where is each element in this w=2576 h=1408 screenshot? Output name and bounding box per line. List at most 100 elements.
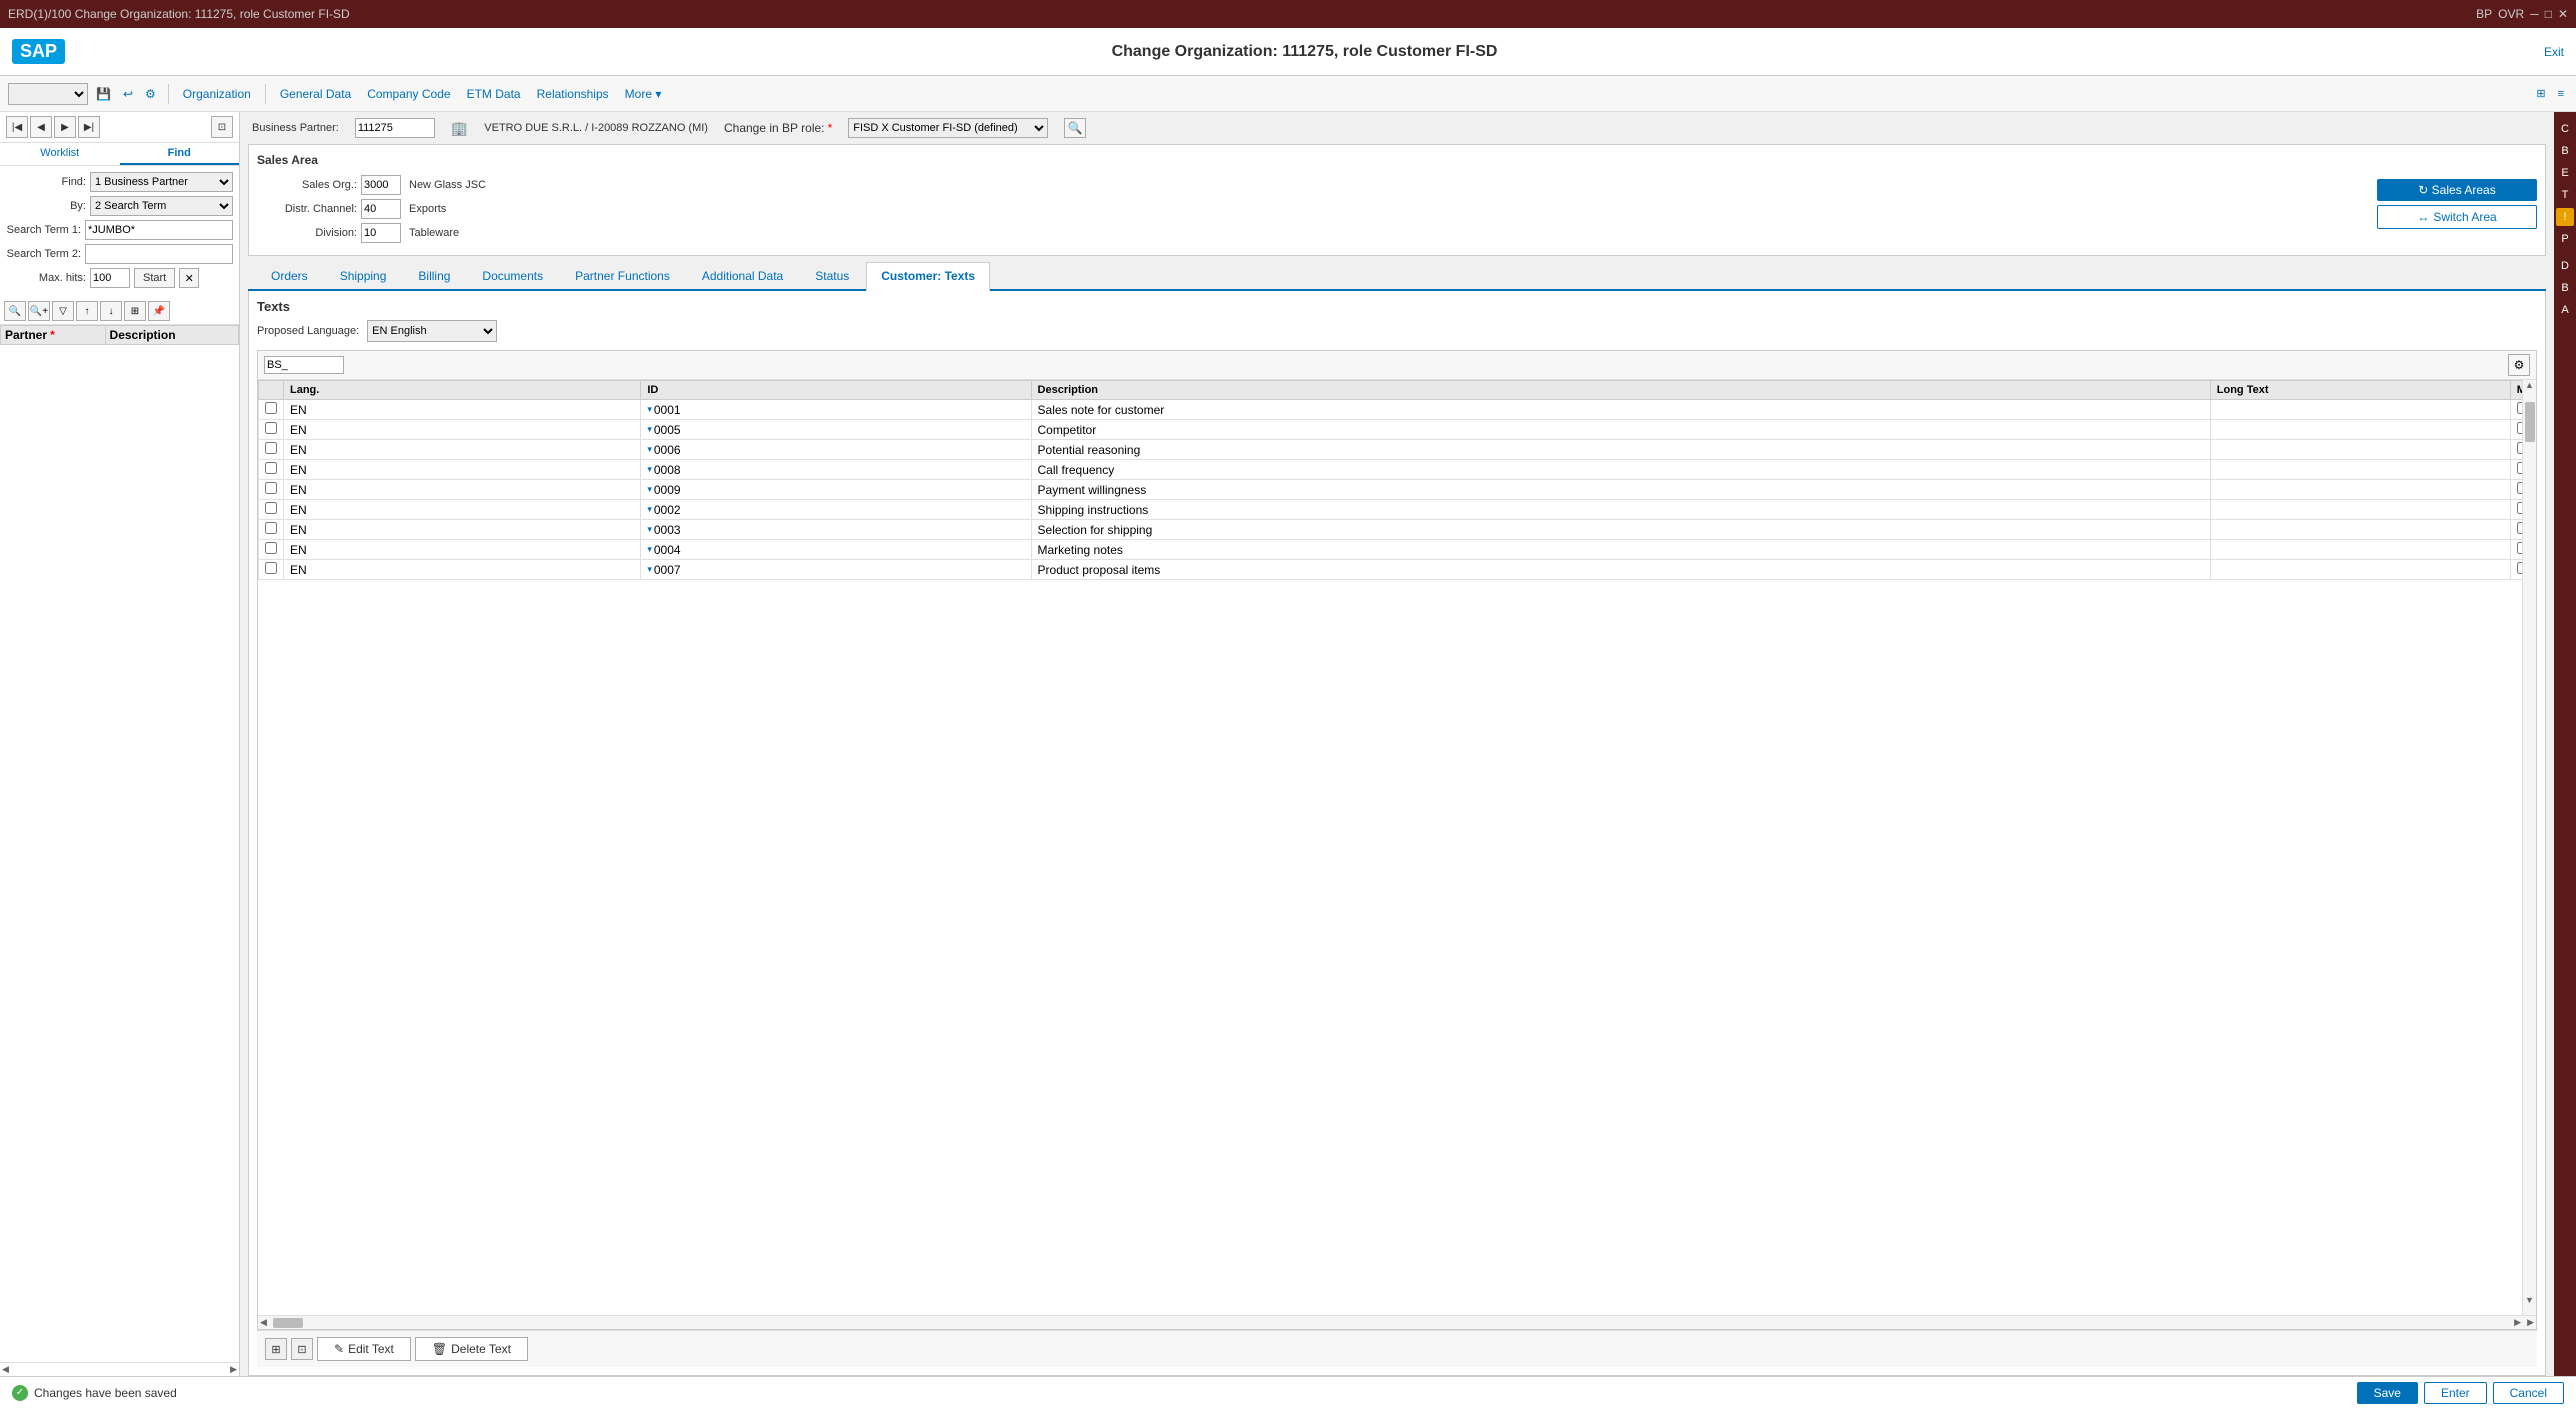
scroll-left-h-btn[interactable]: ◀ bbox=[260, 1317, 267, 1328]
close-icon[interactable]: ✕ bbox=[2558, 7, 2568, 21]
tab-orders[interactable]: Orders bbox=[256, 262, 323, 289]
search-term1-input[interactable] bbox=[85, 220, 233, 240]
nav-company-code[interactable]: Company Code bbox=[361, 85, 456, 103]
right-icon-6[interactable]: P bbox=[2556, 230, 2574, 248]
tab-billing[interactable]: Billing bbox=[403, 262, 465, 289]
table-settings-button[interactable]: ⚙ bbox=[2508, 354, 2530, 376]
nav-prev-btn[interactable]: ◀ bbox=[30, 116, 52, 138]
edit-text-button[interactable]: ✎ Edit Text bbox=[317, 1337, 411, 1361]
row-select-8[interactable] bbox=[259, 560, 284, 580]
bp-role-select[interactable]: FISD X Customer FI-SD (defined) bbox=[848, 118, 1048, 138]
right-icon-8[interactable]: D bbox=[2556, 257, 2574, 275]
switch-area-button[interactable]: ↔ Switch Area bbox=[2377, 205, 2537, 229]
tab-additional-data[interactable]: Additional Data bbox=[687, 262, 798, 289]
sap-logo[interactable]: SAP bbox=[12, 39, 65, 64]
display-btn[interactable]: ⊡ bbox=[211, 116, 233, 138]
collapse-btn[interactable]: ▽ bbox=[52, 301, 74, 321]
row-select-2[interactable] bbox=[259, 440, 284, 460]
pin-btn[interactable]: 📌 bbox=[148, 301, 170, 321]
toolbar-btn-1[interactable]: 💾 bbox=[92, 85, 115, 103]
right-icon-10[interactable]: A bbox=[2556, 301, 2574, 319]
list-view-btn[interactable]: ≡ bbox=[2554, 85, 2568, 102]
tab-documents[interactable]: Documents bbox=[467, 262, 558, 289]
right-icon-2[interactable]: B bbox=[2556, 142, 2574, 160]
row-select-5[interactable] bbox=[259, 500, 284, 520]
table-view-btn[interactable]: ⊞ bbox=[2532, 85, 2549, 102]
tab-status[interactable]: Status bbox=[800, 262, 864, 289]
right-icon-5[interactable]: ! bbox=[2556, 208, 2574, 226]
action-icon-btn-2[interactable]: ⊡ bbox=[291, 1338, 313, 1360]
tab-shipping[interactable]: Shipping bbox=[325, 262, 402, 289]
clear-button[interactable]: ✕ bbox=[179, 268, 199, 288]
right-icon-4[interactable]: T bbox=[2556, 186, 2574, 204]
sa-org-input[interactable] bbox=[361, 175, 401, 195]
scroll-up-btn[interactable]: ▲ bbox=[2523, 380, 2536, 400]
scroll-h-thumb[interactable] bbox=[273, 1318, 303, 1328]
scroll-v-thumb[interactable] bbox=[2525, 402, 2535, 442]
exit-button[interactable]: Exit bbox=[2544, 45, 2564, 59]
scroll-right-h-btn[interactable]: ▶ bbox=[2514, 1317, 2521, 1328]
tabs-bar: Orders Shipping Billing Documents Partne… bbox=[248, 262, 2546, 291]
nav-general-data[interactable]: General Data bbox=[274, 85, 357, 103]
search-term2-input[interactable] bbox=[85, 244, 233, 264]
tab-partner-functions[interactable]: Partner Functions bbox=[560, 262, 685, 289]
sa-dist-input[interactable] bbox=[361, 199, 401, 219]
table-scroll-wrapper[interactable]: Lang. ID Description Long Text M. EN bbox=[258, 380, 2536, 1315]
scroll-v-area[interactable]: ▲ ▼ bbox=[2522, 380, 2536, 1315]
search-detail-btn[interactable]: 🔍+ bbox=[28, 301, 50, 321]
nav-last-btn[interactable]: ▶| bbox=[78, 116, 100, 138]
start-button[interactable]: Start bbox=[134, 268, 175, 288]
toolbar-btn-3[interactable]: ⚙ bbox=[141, 85, 160, 103]
right-icon-9[interactable]: B bbox=[2556, 279, 2574, 297]
row-id-0: ▾ 0001 bbox=[641, 400, 1031, 420]
nav-relationships[interactable]: Relationships bbox=[531, 85, 615, 103]
bp-input[interactable] bbox=[355, 118, 435, 138]
row-select-4[interactable] bbox=[259, 480, 284, 500]
sales-areas-button[interactable]: ↻ Sales Areas bbox=[2377, 179, 2537, 201]
scroll-right-arrow[interactable]: ▶ bbox=[230, 1364, 237, 1375]
tab-worklist[interactable]: Worklist bbox=[0, 143, 120, 165]
table-scroll-h[interactable]: ◀ ▶ ▶ bbox=[258, 1315, 2536, 1329]
row-select-0[interactable] bbox=[259, 400, 284, 420]
right-icon-3[interactable]: E bbox=[2556, 164, 2574, 182]
row-select-6[interactable] bbox=[259, 520, 284, 540]
sa-div-input[interactable] bbox=[361, 223, 401, 243]
toolbar-select[interactable] bbox=[8, 83, 88, 105]
max-icon[interactable]: □ bbox=[2545, 7, 2552, 21]
find-select[interactable]: 1 Business Partner bbox=[90, 172, 233, 192]
sort-desc-btn[interactable]: ↓ bbox=[100, 301, 122, 321]
tab-find[interactable]: Find bbox=[120, 143, 240, 165]
sort-asc-btn[interactable]: ↑ bbox=[76, 301, 98, 321]
table-filter-input[interactable] bbox=[264, 356, 344, 374]
scroll-right-corner-btn[interactable]: ▶ bbox=[2527, 1317, 2534, 1328]
nav-next-btn[interactable]: ▶ bbox=[54, 116, 76, 138]
enter-button[interactable]: Enter bbox=[2424, 1382, 2487, 1404]
row-select-1[interactable] bbox=[259, 420, 284, 440]
bp-search-button[interactable]: 🔍 bbox=[1064, 118, 1086, 138]
sa-buttons: ↻ Sales Areas ↔ Switch Area bbox=[2377, 179, 2537, 247]
scroll-left-arrow[interactable]: ◀ bbox=[2, 1364, 9, 1375]
delete-text-button[interactable]: 🗑 Delete Text bbox=[415, 1337, 528, 1361]
left-scrollbar[interactable]: ◀ ▶ bbox=[0, 1362, 239, 1376]
nav-first-btn[interactable]: |◀ bbox=[6, 116, 28, 138]
save-button[interactable]: Save bbox=[2357, 1382, 2418, 1404]
action-icon-btn-1[interactable]: ⊞ bbox=[265, 1338, 287, 1360]
scroll-down-btn[interactable]: ▼ bbox=[2523, 1295, 2536, 1315]
row-select-7[interactable] bbox=[259, 540, 284, 560]
proposed-lang-select[interactable]: EN English DE German FR French bbox=[367, 320, 497, 342]
search-icon-btn[interactable]: 🔍 bbox=[4, 301, 26, 321]
right-icon-1[interactable]: C bbox=[2556, 120, 2574, 138]
maxhits-input[interactable] bbox=[90, 268, 130, 288]
row-select-3[interactable] bbox=[259, 460, 284, 480]
nav-organization[interactable]: Organization bbox=[177, 85, 257, 103]
find-row-term2: Search Term 2: bbox=[6, 244, 233, 264]
tab-customer-texts[interactable]: Customer: Texts bbox=[866, 262, 990, 291]
by-select[interactable]: 2 Search Term bbox=[90, 196, 233, 216]
nav-etm-data[interactable]: ETM Data bbox=[461, 85, 527, 103]
cancel-button[interactable]: Cancel bbox=[2493, 1382, 2564, 1404]
min-icon[interactable]: ─ bbox=[2530, 7, 2539, 21]
table-row: EN ▾ 0007 Product proposal items bbox=[259, 560, 2536, 580]
grid-view-btn[interactable]: ⊞ bbox=[124, 301, 146, 321]
nav-more[interactable]: More ▾ bbox=[619, 85, 668, 103]
toolbar-btn-2[interactable]: ↩ bbox=[119, 85, 137, 103]
